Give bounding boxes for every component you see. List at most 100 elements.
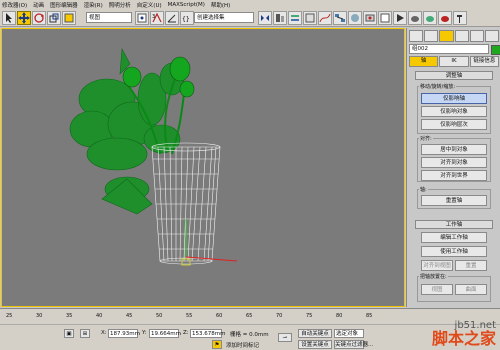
- schematic-view-icon[interactable]: [333, 11, 347, 25]
- modify-tab-icon[interactable]: [424, 30, 439, 42]
- reference-coord-icon[interactable]: [62, 11, 76, 25]
- motion-tab-icon[interactable]: [454, 30, 469, 42]
- create-tab-icon[interactable]: [409, 30, 424, 42]
- align-to-world-button[interactable]: 对齐到世界: [421, 170, 487, 181]
- mirror-icon[interactable]: [258, 11, 272, 25]
- frame-tick-label: 85: [366, 313, 373, 319]
- lock-selection-icon[interactable]: ▣: [64, 329, 74, 338]
- place-pivot-surface-button[interactable]: 曲面: [455, 284, 487, 295]
- menu-customize[interactable]: 自定义(U): [137, 1, 162, 9]
- edit-named-selection-icon[interactable]: {}: [180, 11, 194, 25]
- menu-maxscript[interactable]: MAXScript(M): [168, 2, 205, 8]
- pivot-tab[interactable]: 轴: [409, 56, 439, 67]
- frame-tick-label: 50: [156, 313, 163, 319]
- affect-object-only-button[interactable]: 仅影响对象: [421, 106, 487, 117]
- alignment-label: 对齐:: [419, 135, 433, 142]
- frame-tick-label: 70: [276, 313, 283, 319]
- display-tab-icon[interactable]: [469, 30, 484, 42]
- time-tag-icon[interactable]: ⚑: [212, 340, 222, 349]
- layer-manager-icon[interactable]: [288, 11, 302, 25]
- hierarchy-tab-icon[interactable]: [439, 30, 454, 42]
- select-and-rotate-icon[interactable]: [32, 11, 46, 25]
- y-coord-field[interactable]: 19.664mm: [149, 329, 181, 338]
- hammer-utility-icon[interactable]: [453, 11, 467, 25]
- render-active-shade-icon[interactable]: [438, 11, 452, 25]
- center-to-object-button[interactable]: 居中到对象: [421, 144, 487, 155]
- affect-hierarchy-only-button[interactable]: 仅影响层次: [421, 119, 487, 130]
- object-color-swatch[interactable]: [491, 45, 500, 55]
- use-working-pivot-button[interactable]: 使用工作轴: [421, 246, 487, 257]
- frame-tick-label: 40: [96, 313, 103, 319]
- edit-working-pivot-button[interactable]: 编辑工作轴: [421, 232, 487, 243]
- key-icon[interactable]: ⊸: [278, 333, 292, 342]
- graphite-tools-icon[interactable]: [303, 11, 317, 25]
- render-setup-icon[interactable]: [363, 11, 377, 25]
- command-panel: 组002 轴 IK 链接信息 调整轴 移动/旋转/缩放: 仅影响轴 仅影响对象 …: [406, 28, 500, 307]
- menu-modifiers[interactable]: 修改器(O): [2, 1, 27, 9]
- align-icon[interactable]: [273, 11, 287, 25]
- add-time-tag-label[interactable]: 添加时间标记: [226, 341, 259, 349]
- reference-coordinate-select[interactable]: 视图: [86, 12, 132, 23]
- x-coord-field[interactable]: 187.93mm: [108, 329, 140, 338]
- reset-pivot-button[interactable]: 重置轴: [421, 195, 487, 206]
- select-and-move-icon[interactable]: [17, 11, 31, 25]
- object-name-field[interactable]: 组002: [409, 44, 489, 54]
- menu-graph-editors[interactable]: 图形编辑器: [50, 1, 78, 9]
- align-to-object-button[interactable]: 对齐到对象: [421, 157, 487, 168]
- curve-editor-icon[interactable]: [318, 11, 332, 25]
- hierarchy-subtabs: 轴 IK 链接信息: [409, 56, 499, 67]
- affect-pivot-only-button[interactable]: 仅影响轴: [421, 93, 487, 104]
- frame-tick-label: 80: [336, 313, 343, 319]
- frame-tick-label: 65: [246, 313, 253, 319]
- snap-toggle-icon[interactable]: 3: [150, 11, 164, 25]
- watermark-name: 脚本之家: [431, 329, 496, 348]
- working-pivot-rollout-title[interactable]: 工作轴: [415, 220, 493, 229]
- absolute-mode-icon[interactable]: ⊞: [80, 329, 90, 338]
- render-production-icon[interactable]: [393, 11, 407, 25]
- render-teapot-icon[interactable]: [408, 11, 422, 25]
- link-info-tab[interactable]: 链接信息: [469, 56, 499, 67]
- z-coord-field[interactable]: 153.678mm: [190, 329, 225, 338]
- frame-tick-label: 35: [66, 313, 73, 319]
- select-object-icon[interactable]: [2, 11, 16, 25]
- move-rotate-scale-label: 移动/旋转/缩放:: [419, 83, 457, 90]
- set-key-button[interactable]: 设置关键点: [298, 340, 332, 349]
- frame-tick-label: 30: [36, 313, 43, 319]
- frame-tick-label: 75: [306, 313, 313, 319]
- pivot-center-icon[interactable]: [135, 11, 149, 25]
- place-pivot-view-button[interactable]: 视图: [421, 284, 453, 295]
- utilities-tab-icon[interactable]: [484, 30, 500, 42]
- z-coord-label: Z:: [183, 330, 189, 336]
- render-iterative-icon[interactable]: [423, 11, 437, 25]
- align-to-view-button[interactable]: 对齐到视图: [421, 260, 453, 271]
- timeline-track[interactable]: 25 30 35 40 45 50 55 60 65 70 75 80 85: [0, 308, 500, 324]
- menu-lighting-analysis[interactable]: 照明分析: [109, 1, 131, 9]
- watermark: jb51.net 脚本之家: [432, 320, 496, 347]
- reset-working-pivot-button[interactable]: 重置: [455, 260, 487, 271]
- angle-snap-icon[interactable]: [165, 11, 179, 25]
- vase-scene: [69, 47, 238, 266]
- adjust-pivot-rollout-title[interactable]: 调整轴: [415, 71, 493, 80]
- ik-tab[interactable]: IK: [439, 56, 469, 67]
- x-coord-label: X:: [101, 330, 107, 336]
- rendered-frame-window-icon[interactable]: [378, 11, 392, 25]
- frame-tick-label: 45: [126, 313, 133, 319]
- command-panel-tabs: [409, 30, 500, 42]
- svg-text:{}: {}: [182, 16, 190, 23]
- menu-help[interactable]: 帮助(H): [211, 1, 230, 9]
- perspective-viewport[interactable]: [1, 28, 405, 307]
- key-filters-button[interactable]: 关键点过滤器...: [334, 340, 373, 349]
- select-and-scale-icon[interactable]: [47, 11, 61, 25]
- svg-text:3: 3: [152, 14, 155, 20]
- frame-ruler: 25 30 35 40 45 50 55 60 65 70 75 80 85: [0, 313, 404, 323]
- key-mode-select[interactable]: 选定对象: [334, 329, 364, 338]
- material-editor-icon[interactable]: [348, 11, 362, 25]
- named-selection-set-select[interactable]: 创建选择集: [194, 12, 254, 23]
- menu-animation[interactable]: 动画: [33, 1, 44, 9]
- frame-tick-label: 25: [6, 313, 13, 319]
- auto-key-button[interactable]: 自动关键点: [298, 329, 332, 338]
- frame-tick-label: 55: [186, 313, 193, 319]
- menu-rendering[interactable]: 渲染(R): [84, 1, 103, 9]
- frame-tick-label: 60: [216, 313, 223, 319]
- place-pivot-label: 把轴放置在:: [419, 273, 448, 280]
